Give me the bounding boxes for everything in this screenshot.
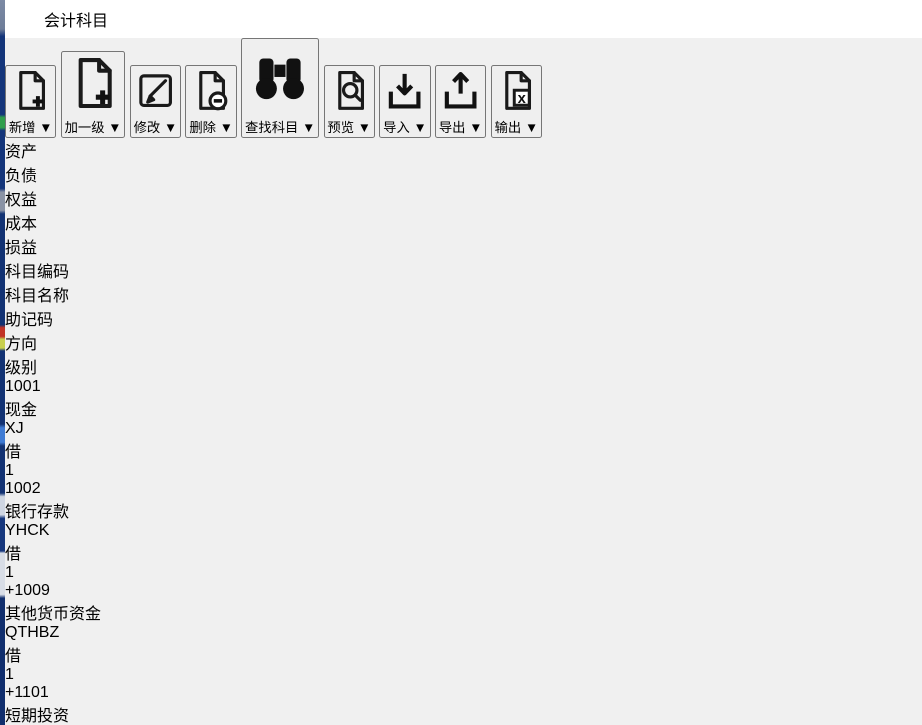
toolbar-button-modify[interactable]: 修改 ▼	[130, 65, 181, 138]
table-row[interactable]: +1101 短期投资 DQTZ 借 1	[5, 684, 922, 725]
toolbar-button-find[interactable]: 查找科目 ▼	[241, 38, 319, 138]
toolbar-button-delete[interactable]: 删除 ▼	[185, 65, 236, 138]
tab-权益[interactable]: 权益	[5, 186, 922, 210]
column-header[interactable]: 科目编码	[5, 258, 922, 282]
cell-name: 银行存款	[5, 498, 922, 522]
table-row[interactable]: +1009 其他货币资金 QTHBZ 借 1	[5, 582, 922, 684]
cell-name: 现金	[5, 396, 922, 420]
dropdown-arrow-icon[interactable]: ▼	[358, 120, 371, 135]
cell-code: +1101	[5, 684, 922, 702]
dropdown-arrow-icon[interactable]: ▼	[220, 120, 233, 135]
dropdown-arrow-icon[interactable]: ▼	[164, 120, 177, 135]
column-header[interactable]: 级别	[5, 354, 922, 378]
table-body: 1001 现金 XJ 借 1 1002 银行存款 YHCK 借 1 +1009 …	[5, 378, 922, 725]
column-header[interactable]: 方向	[5, 330, 922, 354]
toolbar-button-import[interactable]: 导入 ▼	[379, 65, 430, 138]
cell-mnemonic: YHCK	[5, 522, 922, 540]
toolbar-button-export[interactable]: 导出 ▼	[435, 65, 486, 138]
dropdown-arrow-icon[interactable]: ▼	[469, 120, 482, 135]
app-four-diamonds-icon	[17, 10, 36, 29]
cell-code: +1009	[5, 582, 922, 600]
cell-direction: 借	[5, 642, 922, 666]
cell-mnemonic: XJ	[5, 420, 922, 438]
cell-name: 短期投资	[5, 702, 922, 725]
tab-资产[interactable]: 资产	[5, 138, 922, 162]
dropdown-arrow-icon[interactable]: ▼	[39, 120, 52, 135]
table-row[interactable]: 1001 现金 XJ 借 1	[5, 378, 922, 480]
export-icon	[437, 102, 484, 117]
cell-code: 1002	[5, 480, 922, 498]
toolbar: 新增 ▼ 加一级 ▼ 修改 ▼ 删除 ▼ 查找科目 ▼ 预览	[5, 38, 922, 138]
accounting-subjects-window: 会计科目 新增 ▼ 加一级 ▼ 修改 ▼ 删除 ▼ 查找科目	[5, 0, 922, 725]
column-header[interactable]: 助记码	[5, 306, 922, 330]
binoculars-icon	[243, 102, 317, 117]
table-header-row: 科目编码科目名称助记码方向级别	[5, 258, 922, 378]
expand-plus-icon[interactable]: +	[5, 582, 14, 599]
doc-minus-icon	[187, 102, 234, 117]
title-bar: 会计科目	[5, 0, 922, 38]
doc-plus-icon	[63, 102, 124, 117]
category-tab-strip: 资产 负债 权益 成本 损益	[5, 138, 922, 258]
doc-search-icon	[326, 102, 373, 117]
cell-level: 1	[5, 666, 922, 684]
expand-plus-icon[interactable]: +	[5, 684, 14, 701]
tab-负债[interactable]: 负债	[5, 162, 922, 186]
toolbar-button-addlevel[interactable]: 加一级 ▼	[61, 51, 126, 138]
tab-损益[interactable]: 损益	[5, 234, 922, 258]
excel-icon: x	[493, 102, 540, 117]
table-row[interactable]: 1002 银行存款 YHCK 借 1	[5, 480, 922, 582]
tab-成本[interactable]: 成本	[5, 210, 922, 234]
cell-direction: 借	[5, 540, 922, 564]
toolbar-button-output[interactable]: x 输出 ▼	[491, 65, 542, 138]
column-header[interactable]: 科目名称	[5, 282, 922, 306]
toolbar-button-add[interactable]: 新增 ▼	[5, 65, 56, 138]
cell-code: 1001	[5, 378, 922, 396]
dropdown-arrow-icon[interactable]: ▼	[302, 120, 315, 135]
import-icon	[381, 102, 428, 117]
toolbar-button-preview[interactable]: 预览 ▼	[324, 65, 375, 138]
cell-direction: 借	[5, 438, 922, 462]
dropdown-arrow-icon[interactable]: ▼	[414, 120, 427, 135]
window-title: 会计科目	[44, 7, 108, 31]
dropdown-arrow-icon[interactable]: ▼	[525, 120, 538, 135]
cell-level: 1	[5, 462, 922, 480]
svg-text:x: x	[517, 90, 526, 106]
cell-level: 1	[5, 564, 922, 582]
edit-icon	[132, 102, 179, 117]
doc-plus-icon	[7, 102, 54, 117]
cell-mnemonic: QTHBZ	[5, 624, 922, 642]
dropdown-arrow-icon[interactable]: ▼	[108, 120, 121, 135]
cell-name: 其他货币资金	[5, 600, 922, 624]
subjects-table: 科目编码科目名称助记码方向级别 1001 现金 XJ 借 1 1002 银行存款…	[5, 258, 922, 725]
